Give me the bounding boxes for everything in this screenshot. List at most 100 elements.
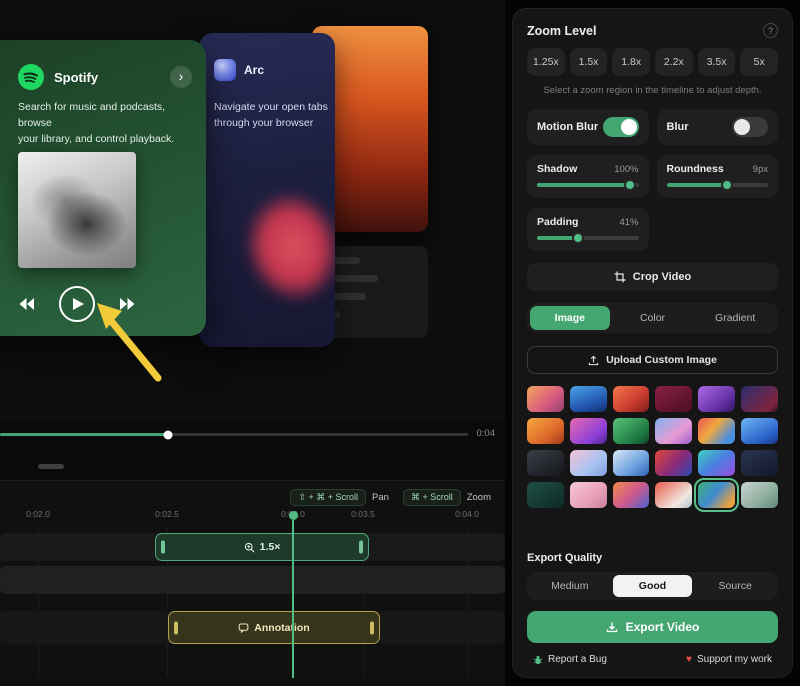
roundness-slider[interactable]: Roundness 9px xyxy=(657,155,779,198)
support-link[interactable]: ♥ Support my work xyxy=(686,654,772,665)
zoom-segment[interactable]: 1.5× xyxy=(155,533,369,561)
video-preview[interactable]: Arc Navigate your open tabs through your… xyxy=(0,0,505,422)
play-button[interactable] xyxy=(59,286,95,322)
background-thumbnail[interactable] xyxy=(655,450,692,476)
background-thumbnail[interactable] xyxy=(698,482,735,508)
export-quality-control: MediumGoodSource xyxy=(527,572,778,600)
background-thumbnail[interactable] xyxy=(613,418,650,444)
padding-slider[interactable]: Padding 41% xyxy=(527,208,649,251)
background-thumbnail[interactable] xyxy=(741,450,778,476)
previous-track-icon[interactable] xyxy=(18,297,35,311)
app-window: Arc Navigate your open tabs through your… xyxy=(0,0,800,686)
shortcut-hints: ⇧ + ⌘ + Scroll Pan ⌘ + Scroll Zoom xyxy=(290,489,499,506)
report-bug-link[interactable]: Report a Bug xyxy=(533,654,607,665)
roundness-label: Roundness xyxy=(667,163,724,175)
zoom-in-icon xyxy=(244,542,255,553)
motion-blur-label: Motion Blur xyxy=(537,121,598,133)
background-grid xyxy=(527,386,778,508)
background-thumbnail[interactable] xyxy=(570,450,607,476)
zoom-option-button[interactable]: 2.2x xyxy=(655,48,693,76)
zoom-option-button[interactable]: 1.25x xyxy=(527,48,565,76)
background-thumbnail[interactable] xyxy=(527,450,564,476)
blur-toggle-card[interactable]: Blur xyxy=(657,109,779,145)
quality-option-medium[interactable]: Medium xyxy=(530,575,610,597)
background-thumbnail[interactable] xyxy=(527,482,564,508)
spotify-card: Spotify › Search for music and podcasts,… xyxy=(0,40,206,336)
export-quality-label: Export Quality xyxy=(527,552,778,564)
scrubber-progress xyxy=(0,433,168,436)
annotation-track[interactable]: Annotation xyxy=(0,611,505,644)
annotation-icon xyxy=(238,622,249,633)
time-tick-label: 0:02.0 xyxy=(26,509,50,519)
zoom-option-button[interactable]: 3.5x xyxy=(698,48,736,76)
chevron-right-icon[interactable]: › xyxy=(170,66,192,88)
settings-panel: Zoom Level ? 1.25x1.5x1.8x2.2x3.5x5x Sel… xyxy=(512,8,793,678)
pan-shortcut-keys: ⇧ + ⌘ + Scroll xyxy=(290,489,366,506)
shadow-slider-knob[interactable] xyxy=(624,179,636,191)
zoom-shortcut-keys: ⌘ + Scroll xyxy=(403,489,461,506)
pan-shortcut-label: Pan xyxy=(372,492,389,503)
playhead-dot[interactable] xyxy=(289,511,298,520)
blur-switch[interactable] xyxy=(732,117,768,137)
playhead[interactable] xyxy=(288,511,298,678)
background-tab-image[interactable]: Image xyxy=(530,306,610,330)
duration-label: 0:04 xyxy=(477,428,496,439)
background-thumbnail[interactable] xyxy=(655,386,692,412)
zoom-option-button[interactable]: 1.8x xyxy=(612,48,650,76)
background-thumbnail[interactable] xyxy=(613,450,650,476)
background-thumbnail[interactable] xyxy=(698,450,735,476)
arc-logo-icon xyxy=(214,59,236,81)
timeline: ⇧ + ⌘ + Scroll Pan ⌘ + Scroll Zoom 0:02.… xyxy=(0,480,505,686)
background-thumbnail[interactable] xyxy=(741,386,778,412)
next-track-icon[interactable] xyxy=(119,297,136,311)
background-thumbnail[interactable] xyxy=(655,418,692,444)
arc-card: Arc Navigate your open tabs through your… xyxy=(199,33,335,347)
clip-track[interactable] xyxy=(0,566,505,594)
zoom-track[interactable]: 1.5× xyxy=(0,533,505,561)
arc-logo-art xyxy=(210,155,335,338)
help-icon[interactable]: ? xyxy=(763,23,778,38)
playback-controls xyxy=(18,286,136,322)
annotation-segment[interactable]: Annotation xyxy=(168,611,380,644)
crop-video-button[interactable]: Crop Video xyxy=(527,263,778,291)
background-tab-color[interactable]: Color xyxy=(613,306,693,330)
background-thumbnail[interactable] xyxy=(527,418,564,444)
blur-label: Blur xyxy=(667,121,689,133)
background-thumbnail[interactable] xyxy=(741,418,778,444)
background-tab-gradient[interactable]: Gradient xyxy=(695,306,775,330)
roundness-slider-knob[interactable] xyxy=(721,179,733,191)
background-thumbnail[interactable] xyxy=(570,482,607,508)
spotify-logo-icon xyxy=(18,64,44,90)
background-thumbnail[interactable] xyxy=(741,482,778,508)
background-thumbnail[interactable] xyxy=(570,386,607,412)
panel-footer: Report a Bug ♥ Support my work xyxy=(527,654,778,665)
background-thumbnail[interactable] xyxy=(527,386,564,412)
playhead-line xyxy=(292,520,294,678)
padding-slider-knob[interactable] xyxy=(572,232,584,244)
resize-handle[interactable] xyxy=(38,464,64,469)
arc-card-title: Arc xyxy=(244,63,264,77)
zoom-hint: Select a zoom region in the timeline to … xyxy=(527,85,778,96)
zoom-option-button[interactable]: 5x xyxy=(740,48,778,76)
background-thumbnail[interactable] xyxy=(613,386,650,412)
timeline-ruler[interactable]: 0:02.00:02.50:03.00:03.50:04.0 xyxy=(0,509,505,523)
background-thumbnail[interactable] xyxy=(570,418,607,444)
background-thumbnail[interactable] xyxy=(655,482,692,508)
shadow-slider[interactable]: Shadow 100% xyxy=(527,155,649,198)
background-thumbnail[interactable] xyxy=(698,418,735,444)
crop-icon xyxy=(614,271,626,283)
upload-icon xyxy=(588,355,599,366)
motion-blur-switch[interactable] xyxy=(603,117,639,137)
playback-scrubber[interactable]: 0:04 xyxy=(0,427,505,442)
quality-option-source[interactable]: Source xyxy=(695,575,775,597)
zoom-option-button[interactable]: 1.5x xyxy=(570,48,608,76)
background-thumbnail[interactable] xyxy=(698,386,735,412)
upload-custom-image-button[interactable]: Upload Custom Image xyxy=(527,346,778,374)
background-thumbnail[interactable] xyxy=(613,482,650,508)
motion-blur-toggle-card[interactable]: Motion Blur xyxy=(527,109,649,145)
shadow-value: 100% xyxy=(614,164,638,175)
spotify-card-title: Spotify xyxy=(54,70,160,85)
export-video-button[interactable]: Export Video xyxy=(527,611,778,643)
quality-option-good[interactable]: Good xyxy=(613,575,693,597)
scrubber-knob[interactable] xyxy=(164,430,173,439)
